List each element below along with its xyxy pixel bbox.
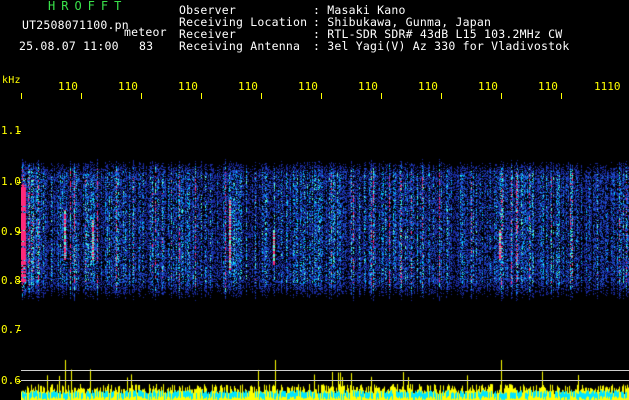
info-antenna-label: Receiving Antenna (179, 39, 301, 53)
x-tick-mark (321, 93, 322, 99)
meteor-count: 83 (139, 39, 154, 53)
x-tick-label: 110 (358, 80, 378, 93)
file-name: UT2508071100.pn (22, 18, 129, 32)
x-tick-mark (561, 93, 562, 99)
meteor-label: meteor (124, 25, 167, 39)
x-tick-mark (21, 93, 22, 99)
x-tick-label: 110 (298, 80, 318, 93)
y-unit-label: kHz (2, 75, 21, 86)
x-tick-label: 110 (418, 80, 438, 93)
x-tick-label: 110 (58, 80, 78, 93)
x-tick-label: 110 (478, 80, 498, 93)
x-tick-mark (441, 93, 442, 99)
date-time: 25.08.07 11:00 (19, 39, 119, 53)
hrofft-logo: HROFFT (48, 0, 128, 13)
x-tick-mark (201, 93, 202, 99)
x-tick-label: 1110 (594, 80, 621, 93)
x-tick-mark (261, 93, 262, 99)
x-tick-label: 110 (118, 80, 138, 93)
x-tick-label: 110 (178, 80, 198, 93)
power-threshold-line (21, 380, 629, 381)
x-tick-mark (81, 93, 82, 99)
info-antenna-value: : 3el Yagi(V) Az 330 for Vladivostok (313, 39, 570, 53)
x-tick-mark (501, 93, 502, 99)
power-threshold-line (21, 370, 629, 371)
x-tick-label: 110 (538, 80, 558, 93)
x-tick-label: 110 (238, 80, 258, 93)
spectrogram-waterfall (21, 100, 629, 400)
x-tick-mark (141, 93, 142, 99)
x-tick-mark (381, 93, 382, 99)
